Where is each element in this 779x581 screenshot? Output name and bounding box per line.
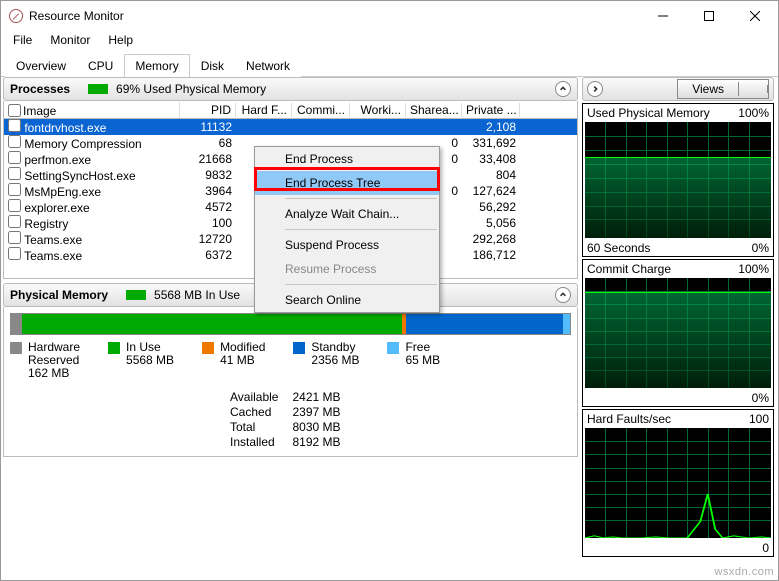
- physical-title: Physical Memory: [10, 288, 108, 302]
- memory-usage-text: 69% Used Physical Memory: [116, 82, 266, 96]
- graph-commit-charge: Commit Charge100% 0%: [582, 259, 774, 407]
- app-icon: [9, 9, 23, 23]
- dropdown-icon[interactable]: [739, 85, 768, 93]
- col-hardf[interactable]: Hard F...: [236, 103, 292, 117]
- context-menu: End Process End Process Tree Analyze Wai…: [254, 146, 440, 313]
- tab-disk[interactable]: Disk: [190, 54, 235, 77]
- inuse-indicator: [126, 290, 146, 300]
- inuse-label: 5568 MB In Use: [154, 288, 240, 302]
- menu-help[interactable]: Help: [100, 31, 141, 51]
- row-checkbox[interactable]: [8, 119, 21, 132]
- select-all-checkbox[interactable]: [8, 104, 21, 117]
- tab-cpu[interactable]: CPU: [77, 54, 124, 77]
- watermark: wsxdn.com: [714, 566, 774, 578]
- collapse-icon[interactable]: [555, 287, 571, 303]
- col-private[interactable]: Private ...: [462, 103, 520, 117]
- window-title: Resource Monitor: [29, 9, 640, 23]
- row-checkbox[interactable]: [8, 215, 21, 228]
- memory-bar: [10, 313, 571, 335]
- tab-overview[interactable]: Overview: [5, 54, 77, 77]
- maximize-button[interactable]: [686, 1, 732, 31]
- tab-network[interactable]: Network: [235, 54, 301, 77]
- table-row[interactable]: fontdrvhost.exe111322,108: [4, 119, 577, 135]
- col-sharea[interactable]: Sharea...: [406, 103, 462, 117]
- processes-panel-header[interactable]: Processes 69% Used Physical Memory: [3, 77, 578, 101]
- row-checkbox[interactable]: [8, 183, 21, 196]
- close-button[interactable]: [732, 1, 778, 31]
- row-checkbox[interactable]: [8, 135, 21, 148]
- col-commit[interactable]: Commi...: [292, 103, 350, 117]
- menu-monitor[interactable]: Monitor: [42, 31, 98, 51]
- row-checkbox[interactable]: [8, 167, 21, 180]
- tab-memory[interactable]: Memory: [124, 54, 189, 77]
- ctx-search[interactable]: Search Online: [255, 288, 439, 312]
- views-button[interactable]: Views: [677, 79, 769, 99]
- minimize-button[interactable]: [640, 1, 686, 31]
- row-checkbox[interactable]: [8, 199, 21, 212]
- ctx-end-process[interactable]: End Process: [255, 147, 439, 171]
- memory-usage-indicator: [88, 84, 108, 94]
- ctx-end-process-tree[interactable]: End Process Tree: [255, 171, 439, 195]
- graph-physical-memory: Used Physical Memory100% 60 Seconds0%: [582, 103, 774, 257]
- col-image[interactable]: Image: [4, 102, 180, 118]
- ctx-resume[interactable]: Resume Process: [255, 257, 439, 281]
- expand-icon[interactable]: [587, 81, 603, 97]
- graph-hard-faults: Hard Faults/sec100 0: [582, 409, 774, 557]
- row-checkbox[interactable]: [8, 247, 21, 260]
- ctx-suspend[interactable]: Suspend Process: [255, 233, 439, 257]
- menu-file[interactable]: File: [5, 31, 40, 51]
- col-working[interactable]: Worki...: [350, 103, 406, 117]
- row-checkbox[interactable]: [8, 151, 21, 164]
- ctx-analyze[interactable]: Analyze Wait Chain...: [255, 202, 439, 226]
- collapse-icon[interactable]: [555, 81, 571, 97]
- col-pid[interactable]: PID: [180, 103, 236, 117]
- row-checkbox[interactable]: [8, 231, 21, 244]
- processes-title: Processes: [10, 82, 70, 96]
